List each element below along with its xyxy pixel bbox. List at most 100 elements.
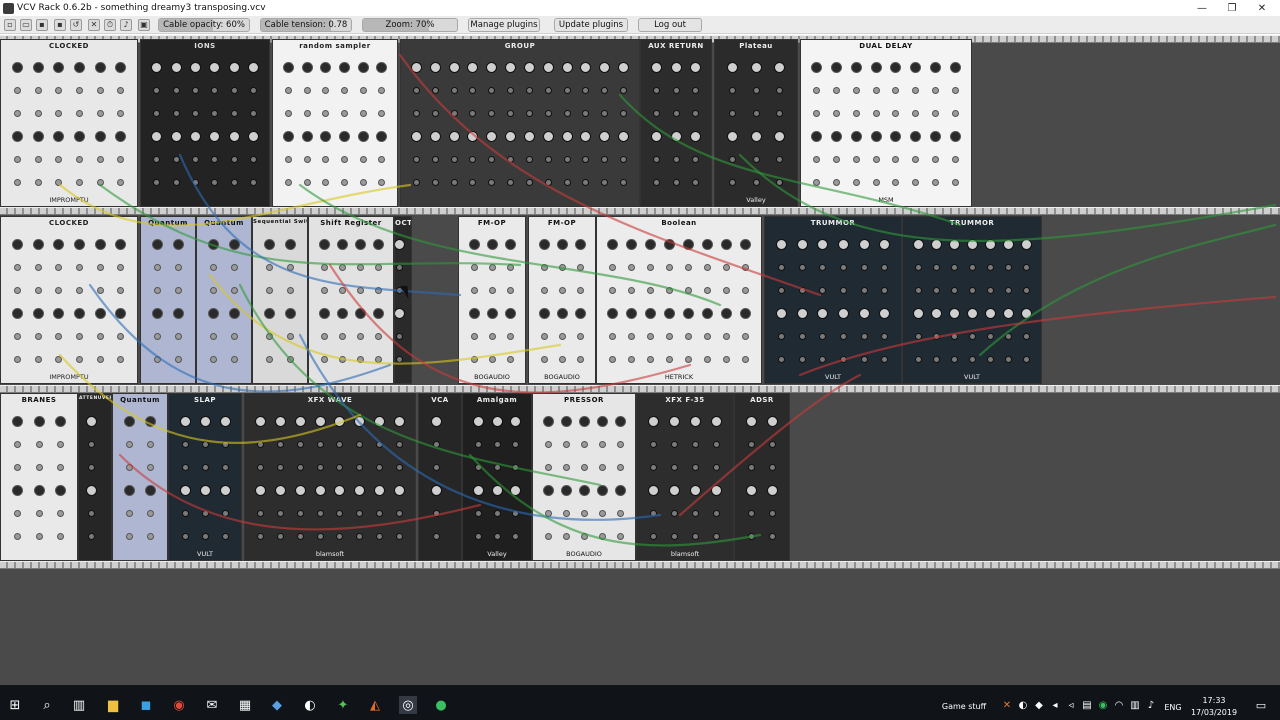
jack[interactable] <box>210 333 217 340</box>
knob[interactable] <box>94 308 106 319</box>
jack[interactable] <box>117 156 125 163</box>
jack[interactable] <box>609 264 616 271</box>
jack[interactable] <box>117 179 125 186</box>
attenuverter-module[interactable]: ATTENUVERTER <box>78 393 112 561</box>
jack[interactable] <box>576 333 584 340</box>
jack[interactable] <box>249 179 257 186</box>
jack[interactable] <box>1022 333 1030 340</box>
jack[interactable] <box>691 179 699 186</box>
jack[interactable] <box>450 179 458 186</box>
jack[interactable] <box>650 441 657 448</box>
jack[interactable] <box>316 510 324 517</box>
knob[interactable] <box>357 131 369 142</box>
knob[interactable] <box>219 416 231 427</box>
volume-icon[interactable]: ♪ <box>1142 696 1160 714</box>
jack[interactable] <box>628 287 635 294</box>
jack[interactable] <box>798 356 806 363</box>
jack[interactable] <box>672 156 680 163</box>
knob[interactable] <box>354 485 366 496</box>
jack[interactable] <box>14 533 22 540</box>
jack[interactable] <box>912 110 920 117</box>
jack[interactable] <box>839 333 847 340</box>
jack[interactable] <box>881 356 889 363</box>
knob[interactable] <box>338 62 350 73</box>
jack[interactable] <box>775 87 783 94</box>
jack[interactable] <box>56 464 64 471</box>
jack[interactable] <box>303 110 311 117</box>
jack[interactable] <box>580 510 588 517</box>
knob[interactable] <box>54 485 66 496</box>
jack[interactable] <box>813 110 821 117</box>
module-controls[interactable] <box>603 233 755 371</box>
jack[interactable] <box>620 87 628 94</box>
jack[interactable] <box>912 156 920 163</box>
knob[interactable] <box>556 239 568 250</box>
knob[interactable] <box>73 308 85 319</box>
knob[interactable] <box>929 131 941 142</box>
jack[interactable] <box>986 287 994 294</box>
jack[interactable] <box>211 87 219 94</box>
jack[interactable] <box>488 264 496 271</box>
knob[interactable] <box>683 239 694 250</box>
knob[interactable] <box>837 239 849 250</box>
jack[interactable] <box>287 333 294 340</box>
jack[interactable] <box>914 287 922 294</box>
jack[interactable] <box>932 264 940 271</box>
jack[interactable] <box>55 333 63 340</box>
vca-module[interactable]: VCA <box>418 393 462 561</box>
knob[interactable] <box>670 62 682 73</box>
knob[interactable] <box>468 308 480 319</box>
jack[interactable] <box>395 333 403 340</box>
knob[interactable] <box>618 62 630 73</box>
knob[interactable] <box>669 416 680 427</box>
knob[interactable] <box>179 416 191 427</box>
jack[interactable] <box>231 333 238 340</box>
knob[interactable] <box>912 239 924 250</box>
knob[interactable] <box>614 485 626 496</box>
jack[interactable] <box>211 179 219 186</box>
jack[interactable] <box>892 110 900 117</box>
knob[interactable] <box>689 62 701 73</box>
module-controls[interactable] <box>7 410 71 548</box>
jack[interactable] <box>303 156 311 163</box>
jack[interactable] <box>872 179 880 186</box>
module-controls[interactable] <box>407 56 633 194</box>
jack[interactable] <box>322 156 330 163</box>
jack[interactable] <box>13 156 21 163</box>
jack[interactable] <box>221 510 229 517</box>
knob[interactable] <box>740 308 751 319</box>
jack[interactable] <box>777 287 785 294</box>
jack[interactable] <box>582 179 590 186</box>
jack[interactable] <box>576 287 584 294</box>
knob[interactable] <box>32 62 44 73</box>
jack[interactable] <box>752 87 760 94</box>
knob[interactable] <box>560 485 572 496</box>
jack[interactable] <box>221 464 229 471</box>
jack[interactable] <box>172 156 180 163</box>
jack[interactable] <box>582 156 590 163</box>
jack[interactable] <box>117 110 125 117</box>
knob[interactable] <box>773 62 785 73</box>
clocked-module[interactable]: CLOCKED IMPROMPTU <box>0 216 138 384</box>
jack[interactable] <box>153 110 161 117</box>
knob[interactable] <box>504 239 516 250</box>
jack[interactable] <box>860 287 868 294</box>
knob[interactable] <box>334 485 346 496</box>
jack[interactable] <box>210 356 217 363</box>
knob[interactable] <box>73 62 85 73</box>
knob[interactable] <box>11 308 23 319</box>
jack[interactable] <box>729 156 737 163</box>
jack[interactable] <box>692 533 699 540</box>
knob[interactable] <box>448 62 460 73</box>
module-controls[interactable] <box>7 56 131 194</box>
knob[interactable] <box>626 239 637 250</box>
knob[interactable] <box>837 308 849 319</box>
jack[interactable] <box>562 510 570 517</box>
knob[interactable] <box>151 131 163 142</box>
jack[interactable] <box>375 533 383 540</box>
jack[interactable] <box>892 179 900 186</box>
jack[interactable] <box>692 510 699 517</box>
jack[interactable] <box>126 441 133 448</box>
jack[interactable] <box>96 356 104 363</box>
jack[interactable] <box>87 510 95 517</box>
